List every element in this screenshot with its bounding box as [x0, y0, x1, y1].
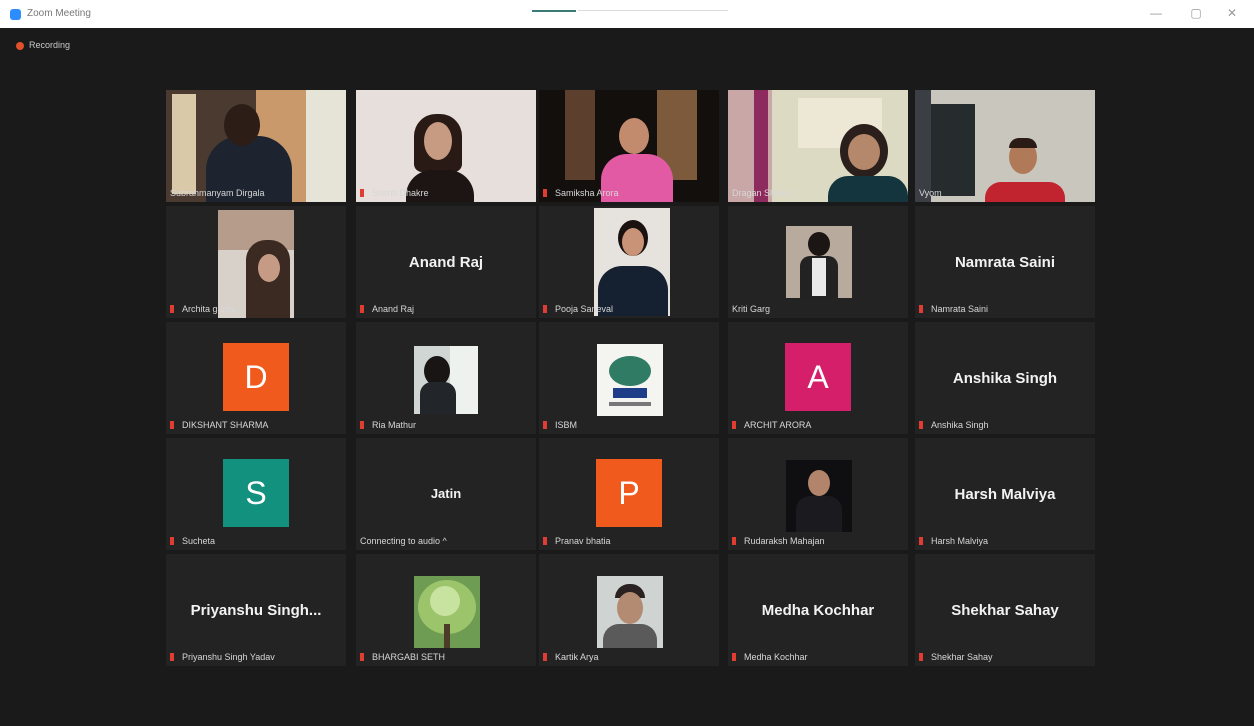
muted-mic-icon: [919, 305, 923, 313]
participant-tile-19[interactable]: Rudaraksh Mahajan: [728, 438, 908, 550]
participant-tile-3[interactable]: Samiksha Arora: [539, 90, 719, 202]
participant-tile-11[interactable]: D DIKSHANT SHARMA: [166, 322, 346, 434]
participant-name: Pooja Saneval: [543, 304, 613, 314]
participant-name: Samiksha Arora: [543, 188, 619, 198]
participant-tile-15[interactable]: Anshika Singh Anshika Singh: [915, 322, 1095, 434]
muted-mic-icon: [919, 421, 923, 429]
participant-tile-2[interactable]: Srishti Dhakre: [356, 90, 536, 202]
participant-name: ARCHIT ARORA: [732, 420, 811, 430]
participant-tile-18[interactable]: P Pranav bhatia: [539, 438, 719, 550]
muted-mic-icon: [360, 653, 364, 661]
participant-display-name: Shekhar Sahay: [951, 602, 1059, 619]
participant-name: Archita gupta: [170, 304, 235, 314]
participant-display-name: Anshika Singh: [952, 370, 1058, 387]
avatar: D: [223, 343, 289, 411]
participant-tile-21[interactable]: Priyanshu Singh... Priyanshu Singh Yadav: [166, 554, 346, 666]
muted-mic-icon: [732, 421, 736, 429]
avatar: S: [223, 459, 289, 527]
participant-tile-1[interactable]: Subrahmanyam Dirgala: [166, 90, 346, 202]
participant-tile-8[interactable]: Pooja Saneval: [539, 206, 719, 318]
participant-name: ISBM: [543, 420, 577, 430]
participant-name: Ria Mathur: [360, 420, 416, 430]
participant-tile-14[interactable]: A ARCHIT ARORA: [728, 322, 908, 434]
participant-name: Pranav bhatia: [543, 536, 611, 546]
muted-mic-icon: [360, 305, 364, 313]
participant-name: Shekhar Sahay: [919, 652, 993, 662]
participant-tile-9[interactable]: Kriti Garg: [728, 206, 908, 318]
isbm-logo: [597, 344, 663, 416]
maximize-icon[interactable]: ▢: [1186, 6, 1206, 20]
zoom-app-icon: [10, 9, 21, 20]
participant-tile-4[interactable]: Dragan Shekar: [728, 90, 908, 202]
muted-mic-icon: [732, 537, 736, 545]
muted-mic-icon: [170, 305, 174, 313]
participant-name: Harsh Malviya: [919, 536, 988, 546]
muted-mic-icon: [919, 653, 923, 661]
participant-name: Dragan Shekar: [732, 188, 793, 198]
window-title: Zoom Meeting: [27, 8, 91, 19]
participant-name: Vyom: [919, 188, 942, 198]
recording-indicator: Recording: [16, 40, 70, 50]
participant-name: Sucheta: [170, 536, 215, 546]
participant-tile-13[interactable]: ISBM: [539, 322, 719, 434]
participant-display-name: Harsh Malviya: [954, 486, 1056, 503]
muted-mic-icon: [543, 189, 547, 197]
participant-name: Anand Raj: [360, 304, 414, 314]
participant-display-name: Medha Kochhar: [761, 602, 875, 619]
participant-name: BHARGABI SETH: [360, 652, 445, 662]
participant-tile-7[interactable]: Anand Raj Anand Raj: [356, 206, 536, 318]
participant-name: Connecting to audio ^: [360, 536, 447, 546]
title-tab-track: [578, 10, 728, 11]
muted-mic-icon: [543, 653, 547, 661]
recording-label: Recording: [29, 40, 71, 50]
participant-tile-6[interactable]: Archita gupta: [166, 206, 346, 318]
participant-display-name: Anand Raj: [408, 254, 484, 271]
participant-name: Kartik Arya: [543, 652, 599, 662]
participant-tile-23[interactable]: Kartik Arya: [539, 554, 719, 666]
participant-tile-24[interactable]: Medha Kochhar Medha Kochhar: [728, 554, 908, 666]
muted-mic-icon: [919, 537, 923, 545]
participant-display-name: Namrata Saini: [954, 254, 1056, 271]
muted-mic-icon: [543, 421, 547, 429]
muted-mic-icon: [360, 421, 364, 429]
participant-name: Subrahmanyam Dirgala: [170, 188, 265, 198]
participant-name: Namrata Saini: [919, 304, 988, 314]
participant-tile-12[interactable]: Ria Mathur: [356, 322, 536, 434]
participant-tile-25[interactable]: Shekhar Sahay Shekhar Sahay: [915, 554, 1095, 666]
participant-name: Kriti Garg: [732, 304, 771, 314]
minimize-icon[interactable]: —: [1146, 6, 1166, 20]
muted-mic-icon: [170, 537, 174, 545]
avatar: A: [785, 343, 851, 411]
participant-display-name: Jatin: [430, 486, 462, 501]
muted-mic-icon: [360, 189, 364, 197]
muted-mic-icon: [543, 537, 547, 545]
participant-tile-17[interactable]: Jatin Connecting to audio ^: [356, 438, 536, 550]
participant-tile-10[interactable]: Namrata Saini Namrata Saini: [915, 206, 1095, 318]
recording-dot-icon: [16, 41, 24, 50]
participant-name: Srishti Dhakre: [360, 188, 429, 198]
participant-name: Priyanshu Singh Yadav: [170, 652, 275, 662]
avatar: P: [596, 459, 662, 527]
participant-tile-20[interactable]: Harsh Malviya Harsh Malviya: [915, 438, 1095, 550]
participant-display-name: Priyanshu Singh...: [190, 602, 322, 619]
title-bar: Zoom Meeting — ▢ ✕: [0, 0, 1254, 28]
participant-name: Anshika Singh: [919, 420, 989, 430]
participant-name: DIKSHANT SHARMA: [170, 420, 268, 430]
muted-mic-icon: [170, 653, 174, 661]
participant-name: Rudaraksh Mahajan: [732, 536, 825, 546]
close-icon[interactable]: ✕: [1222, 6, 1242, 20]
participant-tile-16[interactable]: S Sucheta: [166, 438, 346, 550]
muted-mic-icon: [543, 305, 547, 313]
meeting-gallery-view: Recording Subrahmanyam Dirgala Srishti D…: [8, 28, 1254, 726]
title-tab-indicator: [532, 10, 576, 12]
muted-mic-icon: [732, 653, 736, 661]
participant-name: Medha Kochhar: [732, 652, 808, 662]
participant-tile-22[interactable]: BHARGABI SETH: [356, 554, 536, 666]
muted-mic-icon: [170, 421, 174, 429]
participant-tile-5[interactable]: Vyom: [915, 90, 1095, 202]
